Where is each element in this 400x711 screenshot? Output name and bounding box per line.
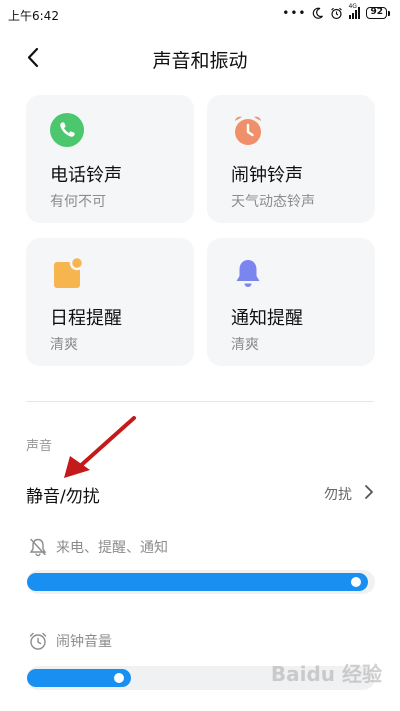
phone-icon [50, 113, 84, 147]
page-title: 声音和振动 [152, 50, 248, 72]
bell-icon [236, 260, 260, 287]
slider-knob[interactable] [351, 577, 361, 587]
status-time: 上午6:42 [8, 9, 59, 23]
signal-icon: 4G [348, 3, 361, 19]
ring-volume-slider[interactable] [27, 570, 375, 594]
chevron-right-icon [365, 485, 373, 499]
card-subtitle: 天气动态铃声 [231, 194, 315, 210]
calendar-icon [54, 256, 84, 288]
slider-fill [27, 573, 368, 591]
ring-volume-label-row: 来电、提醒、通知 [28, 537, 168, 557]
bell-off-icon [29, 538, 47, 557]
status-icons: ••• 4G 92 [282, 3, 390, 20]
alarm-volume-label: 闹钟音量 [56, 634, 112, 650]
status-bar: 上午6:42 ••• 4G 92 [0, 0, 400, 30]
divider [26, 401, 374, 402]
card-subtitle: 清爽 [231, 337, 259, 353]
annotation-arrow [64, 416, 136, 478]
alarm-clock-icon [29, 632, 47, 650]
battery-icon: 92 [366, 7, 390, 19]
dnd-value: 勿扰 [324, 487, 352, 503]
alarm-ringtone-card[interactable]: 闹钟铃声 天气动态铃声 [207, 95, 375, 223]
phone-ringtone-card[interactable]: 电话铃声 有何不可 [26, 95, 194, 223]
card-title: 电话铃声 [50, 165, 122, 186]
more-notifications-icon: ••• [282, 6, 307, 20]
watermark: Baidu 经验 [270, 662, 382, 686]
ring-volume-label: 来电、提醒、通知 [56, 540, 168, 556]
header: 声音和振动 [0, 36, 400, 80]
slider-knob[interactable] [114, 673, 124, 683]
network-type: 4G [348, 3, 357, 10]
section-label: 声音 [26, 439, 53, 454]
alarm-clock-icon [235, 116, 261, 145]
card-title: 通知提醒 [231, 308, 303, 329]
card-subtitle: 清爽 [50, 337, 78, 353]
dnd-label: 静音/勿扰 [26, 487, 100, 507]
moon-icon [313, 7, 324, 19]
notification-reminder-card[interactable]: 通知提醒 清爽 [207, 238, 375, 366]
alarm-volume-label-row: 闹钟音量 [28, 631, 112, 651]
alarm-status-icon [331, 7, 343, 19]
card-subtitle: 有何不可 [50, 194, 106, 210]
card-title: 闹钟铃声 [231, 165, 303, 186]
card-title: 日程提醒 [50, 308, 122, 329]
battery-level: 92 [366, 7, 387, 19]
calendar-reminder-card[interactable]: 日程提醒 清爽 [26, 238, 194, 366]
